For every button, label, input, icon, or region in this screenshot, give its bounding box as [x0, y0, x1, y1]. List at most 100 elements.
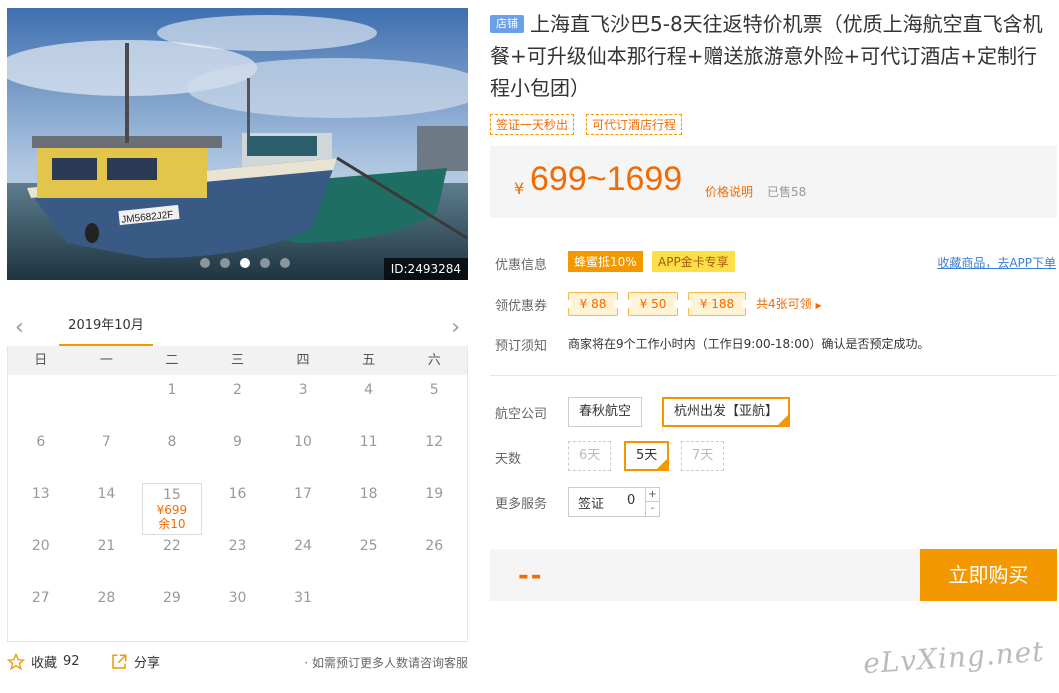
share-button[interactable]: 分享: [110, 652, 160, 671]
feature-tag: 签证一天秒出: [490, 114, 575, 135]
calendar-day: 5: [401, 379, 467, 431]
plus-button[interactable]: +: [645, 488, 659, 502]
calendar-day-number: 5: [429, 382, 439, 398]
calendar-day-number: 27: [31, 590, 50, 606]
service-label: 更多服务: [495, 497, 548, 512]
days-label: 天数: [495, 452, 522, 467]
calendar-day-number: 3: [298, 382, 308, 398]
photo-footer: 收藏 92 分享 · 如需预订更多人数请咨询客服: [7, 650, 468, 676]
calendar-day-number: 13: [31, 486, 50, 502]
favorite-button[interactable]: 收藏 92: [7, 652, 80, 671]
calendar-day-number: 26: [425, 538, 444, 554]
share-icon: [112, 654, 127, 669]
airline-option-airasia[interactable]: 杭州出发【亚航】: [662, 397, 791, 427]
weekday-header: 五: [362, 353, 376, 368]
calendar-day-number: 8: [167, 434, 177, 450]
buy-now-button[interactable]: 立即购买: [920, 549, 1057, 601]
feature-tags: 签证一天秒出 可代订酒店行程: [490, 114, 683, 135]
weekday-header: 四: [296, 353, 310, 368]
calendar-weekdays: 日一二三四五六: [8, 346, 467, 375]
calendar-day: 17: [270, 483, 336, 535]
calendar-day-number: 17: [294, 486, 312, 502]
calendar-day-number: 16: [228, 486, 247, 502]
price-explain-link[interactable]: 价格说明: [705, 183, 753, 200]
shop-tag: 店铺: [490, 15, 524, 33]
carousel-dot[interactable]: [200, 258, 210, 268]
calendar-day-number: 2: [233, 382, 242, 398]
days-option-6[interactable]: 6天: [568, 441, 612, 471]
calendar-day: 18: [336, 483, 402, 535]
calendar-day: 1: [139, 379, 205, 431]
feature-tag: 可代订酒店行程: [586, 114, 683, 135]
notice-text: 商家将在9个工作小时内（工作日9:00-18:00）确认是否预定成功。: [568, 337, 930, 351]
calendar-month-tab[interactable]: 2019年10月: [59, 310, 153, 346]
price-box: ¥ 699~1699 价格说明 已售58: [490, 146, 1057, 218]
calendar-day-number: 21: [97, 538, 116, 554]
calendar-day-number: 11: [359, 434, 378, 450]
calendar-day-price: ¥699: [156, 503, 188, 517]
calendar-day-number: 28: [97, 590, 116, 606]
calendar-day-number: 9: [233, 434, 242, 450]
notice-label: 预订须知: [495, 339, 548, 354]
stepper-value[interactable]: 0: [627, 493, 635, 508]
buy-bar: -- 立即购买: [490, 549, 1057, 601]
carousel-dots: [200, 258, 290, 268]
calendar-day-number: 7: [101, 434, 111, 450]
calendar-day-number: 24: [294, 538, 312, 554]
calendar-day: 24: [270, 535, 336, 587]
product-title: 上海直飞沙巴5-8天往返特价机票（优质上海航空直飞含机餐+可升级仙本那行程+赠送…: [490, 12, 1043, 100]
calendar: 日一二三四五六 1 2 3 4 5 6 7 8 9 10 11 12 13 14 15 ¥699 余10 16 17…: [7, 346, 468, 642]
weekday-header: 三: [230, 353, 244, 368]
calendar-day: 19: [401, 483, 467, 535]
calendar-day-number: 29: [163, 590, 181, 606]
calendar-day: 12: [401, 431, 467, 483]
coupon-50[interactable]: ¥ 50: [625, 292, 681, 316]
coupon-more-link[interactable]: 共4张可领 ▶: [756, 295, 822, 312]
calendar-day: 21: [74, 535, 140, 587]
calendar-empty-cell: [8, 379, 74, 431]
calendar-day: 26: [401, 535, 467, 587]
favorite-app-link[interactable]: 收藏商品，去APP下单: [937, 254, 1056, 271]
calendar-day-number: 10: [294, 434, 312, 450]
product-photo[interactable]: JM5682J2F ID:2493284: [7, 8, 468, 280]
calendar-header: ‹ 2019年10月 ›: [7, 310, 468, 346]
app-gold-badge: APP金卡专享: [652, 251, 735, 272]
divider: [490, 375, 1057, 376]
visa-quantity-stepper: 签证 0 + -: [568, 487, 660, 517]
calendar-empty-cell: [74, 379, 140, 431]
carousel-dot[interactable]: [220, 258, 230, 268]
calendar-day: 29: [139, 587, 205, 639]
calendar-day-number: 4: [364, 382, 374, 398]
carousel-dot-active[interactable]: [240, 258, 250, 268]
calendar-day: 9: [205, 431, 271, 483]
calendar-day: 8: [139, 431, 205, 483]
share-label: 分享: [134, 656, 161, 671]
chevron-left-icon[interactable]: ‹: [15, 315, 24, 340]
calendar-day: 23: [205, 535, 271, 587]
airline-option-spring[interactable]: 春秋航空: [568, 397, 643, 427]
calendar-day: 14: [74, 483, 140, 535]
carousel-dot[interactable]: [280, 258, 290, 268]
calendar-day-number: 14: [97, 486, 116, 502]
calendar-day: 16: [205, 483, 271, 535]
caret-right-icon: ▶: [815, 301, 822, 310]
coupon-88[interactable]: ¥ 88: [565, 292, 621, 316]
minus-button[interactable]: -: [645, 502, 659, 516]
chevron-right-icon[interactable]: ›: [451, 315, 460, 340]
carousel-dot[interactable]: [260, 258, 270, 268]
weekday-header: 六: [427, 353, 441, 368]
calendar-day-number: 1: [167, 382, 177, 398]
favorite-count: 92: [63, 654, 80, 669]
calendar-day-available[interactable]: 15 ¥699 余10: [142, 483, 202, 535]
days-option-5[interactable]: 5天: [624, 441, 670, 471]
calendar-day-number: 18: [359, 486, 378, 502]
calendar-day-number: 20: [31, 538, 50, 554]
calendar-day-number: 23: [228, 538, 247, 554]
days-option-7[interactable]: 7天: [681, 441, 725, 471]
honey-discount-badge: 蜂蜜抵10%: [568, 251, 643, 272]
calendar-day: 10: [270, 431, 336, 483]
coupon-188[interactable]: ¥ 188: [685, 292, 749, 316]
calendar-day-number: 25: [359, 538, 378, 554]
stepper-label: 签证: [578, 497, 605, 512]
calendar-day-number: 31: [294, 590, 312, 606]
